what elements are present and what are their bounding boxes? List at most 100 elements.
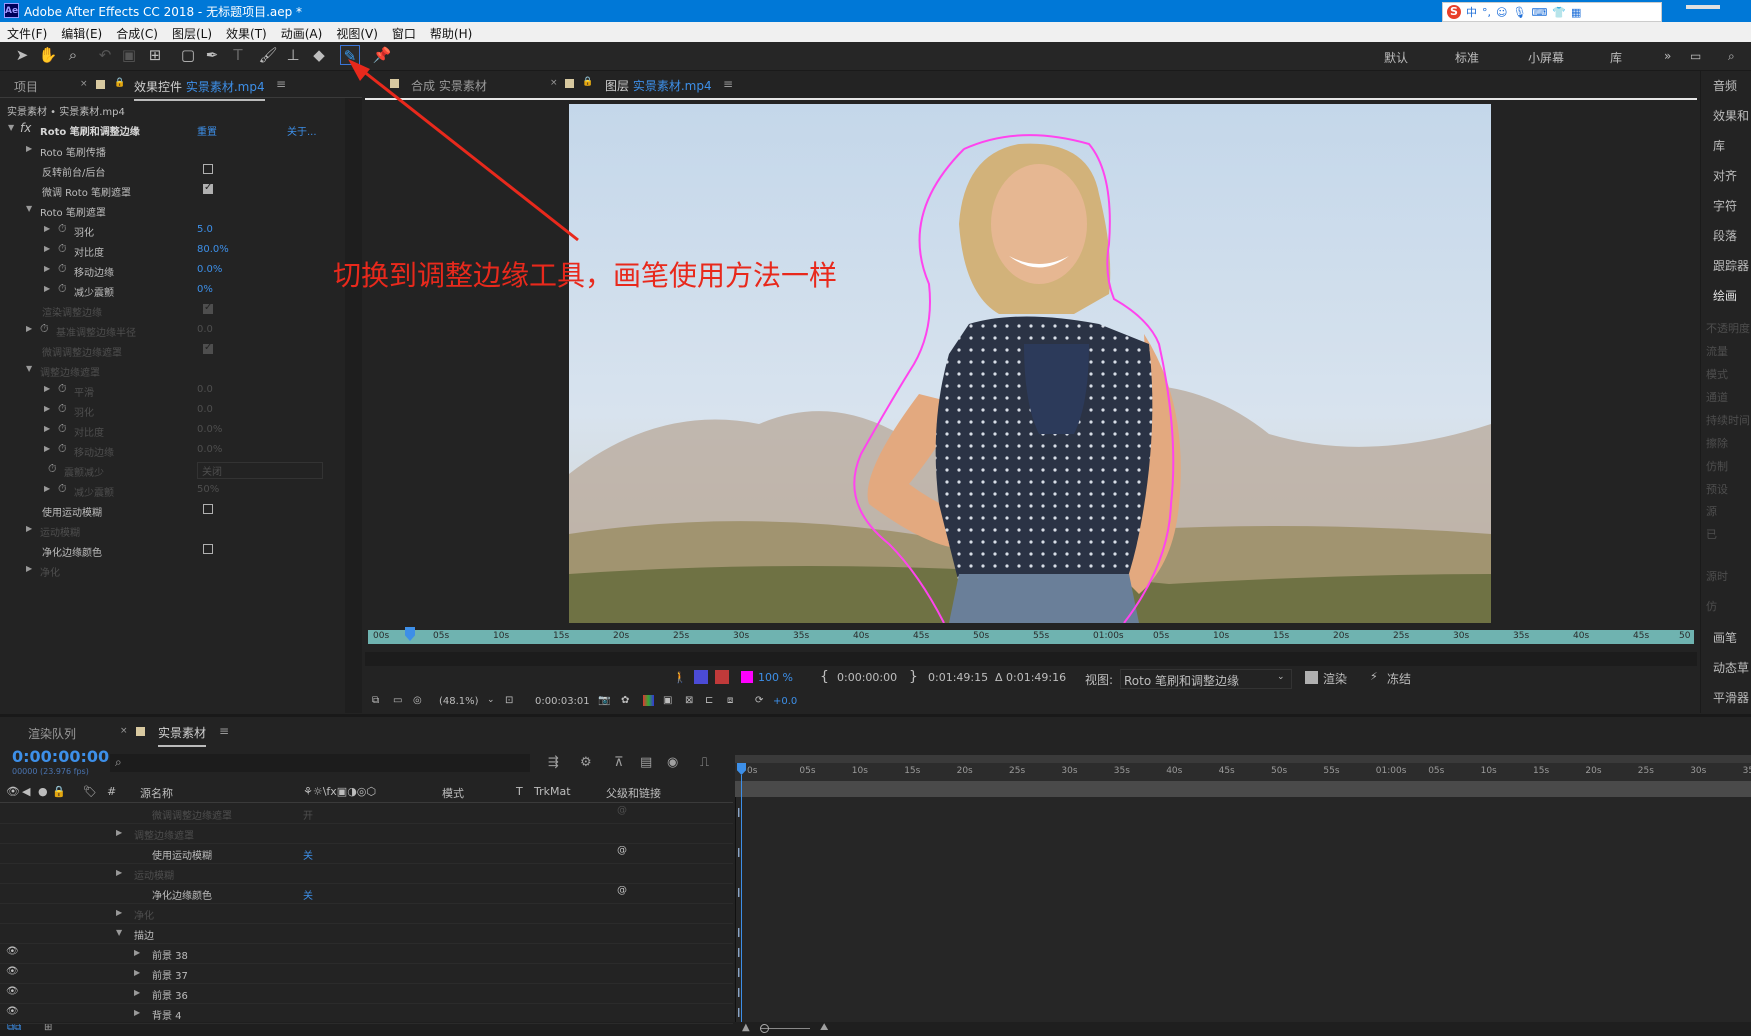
collapse-triangle-icon[interactable]: ▼ [116, 928, 122, 937]
hand-tool-icon[interactable]: ✋ [38, 45, 58, 65]
visibility-icon[interactable]: 👁 [6, 1006, 19, 1017]
draft-3d-icon[interactable]: ⚙ [580, 755, 592, 770]
keyframe-icon[interactable]: I [737, 986, 741, 1000]
property-value[interactable]: 0.0% [197, 444, 222, 455]
mic-icon[interactable]: 🎙 [1512, 6, 1526, 19]
workspace-standard[interactable]: 标准 [1455, 49, 1479, 66]
layer-row[interactable]: 👁 ▶ 前景 36 [0, 983, 733, 1004]
snapshot-icon[interactable]: 📷 [598, 695, 610, 706]
expand-triangle-icon[interactable]: ▶ [26, 524, 32, 533]
workspace-small-screen[interactable]: 小屏幕 [1528, 49, 1564, 66]
timeline-ruler[interactable]: 0s 05s 10s 15s 20s 25s 30s 35s 40s 45s 50s 55s 01:00… [735, 763, 1751, 781]
workspace-library[interactable]: 库 [1610, 49, 1622, 66]
minimize-bar[interactable] [1686, 5, 1720, 9]
stopwatch-icon[interactable]: ⏱ [58, 222, 67, 236]
right-panel-tab[interactable]: 库 [1713, 137, 1725, 154]
panel-menu-icon[interactable]: ≡ [219, 724, 229, 738]
menu-animation[interactable]: 动画(A) [274, 22, 330, 42]
brush-tool-icon[interactable]: 🖌 [258, 45, 278, 65]
expand-triangle-icon[interactable]: ▶ [44, 284, 50, 293]
pan-behind-tool-icon[interactable]: ⊞ [145, 45, 165, 65]
in-time[interactable]: 0:00:00:00 [837, 671, 897, 684]
property-value[interactable]: 0.0 [197, 324, 213, 335]
ime-lang[interactable]: 中 [1466, 4, 1477, 20]
col-mode[interactable]: 模式 [442, 785, 464, 801]
eraser-tool-icon[interactable]: ◆ [309, 45, 329, 65]
stopwatch-icon[interactable]: ⏱ [58, 482, 67, 496]
rotate-tool-icon[interactable]: ↶ [95, 45, 115, 65]
layer-row[interactable]: ▶ 净化 [0, 903, 733, 924]
property-value[interactable]: 0.0% [197, 424, 222, 435]
expand-triangle-icon[interactable]: ▶ [134, 948, 140, 957]
layer-row[interactable]: 微调调整边缘遮罩 开 @ [0, 803, 733, 824]
motion-blur-icon[interactable]: ◉ [667, 755, 678, 770]
right-panel-tab[interactable]: 平滑器 [1713, 689, 1749, 706]
effect-property-row[interactable]: ▼ 调整边缘遮罩 [0, 360, 345, 380]
layer-row[interactable]: 👁 ▶ 前景 37 [0, 963, 733, 984]
keyframe-icon[interactable]: I [737, 926, 741, 940]
color-channel-icon[interactable]: ✿ [621, 695, 629, 706]
menu-edit[interactable]: 编辑(E) [54, 22, 109, 42]
stopwatch-icon[interactable]: ⏱ [40, 322, 49, 336]
property-checkbox[interactable] [203, 544, 213, 554]
keyframe-icon[interactable]: I [737, 886, 741, 900]
puppet-icon[interactable]: 🚶 [673, 671, 687, 684]
overlay-opacity[interactable]: 100 % [758, 671, 793, 684]
comp-mini-flowchart-icon[interactable]: ⇶ [548, 755, 559, 770]
effect-property-row[interactable]: ▶ ⏱ 羽化 0.0 [0, 400, 345, 420]
collapse-triangle-icon[interactable]: ▼ [26, 204, 32, 213]
keyboard-icon[interactable]: ⌨ [1531, 6, 1547, 19]
always-preview-icon[interactable]: ⧉ [372, 695, 379, 706]
chevron-down-icon[interactable]: ⌄ [487, 695, 495, 705]
property-checkbox[interactable] [203, 182, 213, 194]
right-panel-tab[interactable]: 段落 [1713, 227, 1737, 244]
expand-triangle-icon[interactable]: ▶ [44, 264, 50, 273]
effect-property-row[interactable]: ▶ ⏱ 对比度 0.0% [0, 420, 345, 440]
more-workspaces-icon[interactable]: » [1664, 49, 1671, 63]
right-panel-tab[interactable]: 跟踪器 [1713, 257, 1749, 274]
ime-toolbar[interactable]: S 中 °, ☺ 🎙 ⌨ 👕 ▦ [1442, 2, 1662, 22]
stopwatch-icon[interactable]: ⏱ [58, 282, 67, 296]
stopwatch-icon[interactable]: ⏱ [48, 462, 57, 476]
layer-property-value[interactable]: 开 [303, 807, 313, 822]
effect-property-row[interactable]: 使用运动模糊 [0, 500, 345, 520]
layer-search-input[interactable]: ⌕ [110, 754, 530, 772]
menu-window[interactable]: 窗口 [385, 22, 423, 42]
col-trkmat[interactable]: TrkMat [534, 785, 571, 798]
collapse-triangle-icon[interactable]: ▼ [26, 364, 32, 373]
effect-property-row[interactable]: ▼ Roto 笔刷遮罩 [0, 200, 345, 220]
zoom-tool-icon[interactable]: ⌕ [63, 45, 83, 65]
set-out-icon[interactable]: } [909, 669, 918, 685]
layer-row[interactable]: ▶ 运动模糊 [0, 863, 733, 884]
emoji-icon[interactable]: ☺ [1496, 6, 1507, 19]
expression-pickwhip-icon[interactable]: @ [617, 805, 627, 816]
safe-zones-icon[interactable]: ⊡ [505, 695, 513, 706]
right-panel-tab[interactable]: 字符 [1713, 197, 1737, 214]
property-value[interactable]: 5.0 [197, 224, 213, 235]
visibility-icon[interactable]: 👁 [6, 785, 20, 798]
keyframe-icon[interactable]: I [737, 1006, 741, 1020]
expand-triangle-icon[interactable]: ▶ [26, 144, 32, 153]
skin-icon[interactable]: 👕 [1552, 6, 1566, 19]
rectangle-tool-icon[interactable]: ▢ [178, 45, 198, 65]
transparency-grid-icon[interactable]: ⊠ [685, 695, 693, 706]
ime-punct[interactable]: °, [1482, 6, 1491, 19]
menu-help[interactable]: 帮助(H) [423, 22, 479, 42]
bg-icon[interactable] [715, 670, 729, 684]
visibility-icon[interactable]: 👁 [6, 966, 19, 977]
render-checkbox[interactable] [1305, 671, 1318, 684]
reset-exposure-icon[interactable]: ⟳ [755, 695, 763, 706]
close-tab-icon[interactable]: × [80, 79, 88, 89]
expand-triangle-icon[interactable]: ▶ [26, 324, 32, 333]
property-dropdown[interactable]: 关闭 [197, 462, 323, 479]
audio-icon[interactable]: ◀ [22, 785, 30, 798]
right-panel-tab[interactable]: 音频 [1713, 77, 1737, 94]
fg-icon[interactable] [694, 670, 708, 684]
layer-property-value[interactable]: 关 [303, 887, 313, 902]
expand-triangle-icon[interactable]: ▶ [44, 444, 50, 453]
overlay-color-swatch[interactable] [741, 671, 753, 683]
effect-property-row[interactable]: 渲染调整边缘 [0, 300, 345, 320]
out-time[interactable]: 0:01:49:15 [928, 671, 988, 684]
stopwatch-icon[interactable]: ⏱ [58, 262, 67, 276]
col-t[interactable]: T [516, 785, 523, 798]
